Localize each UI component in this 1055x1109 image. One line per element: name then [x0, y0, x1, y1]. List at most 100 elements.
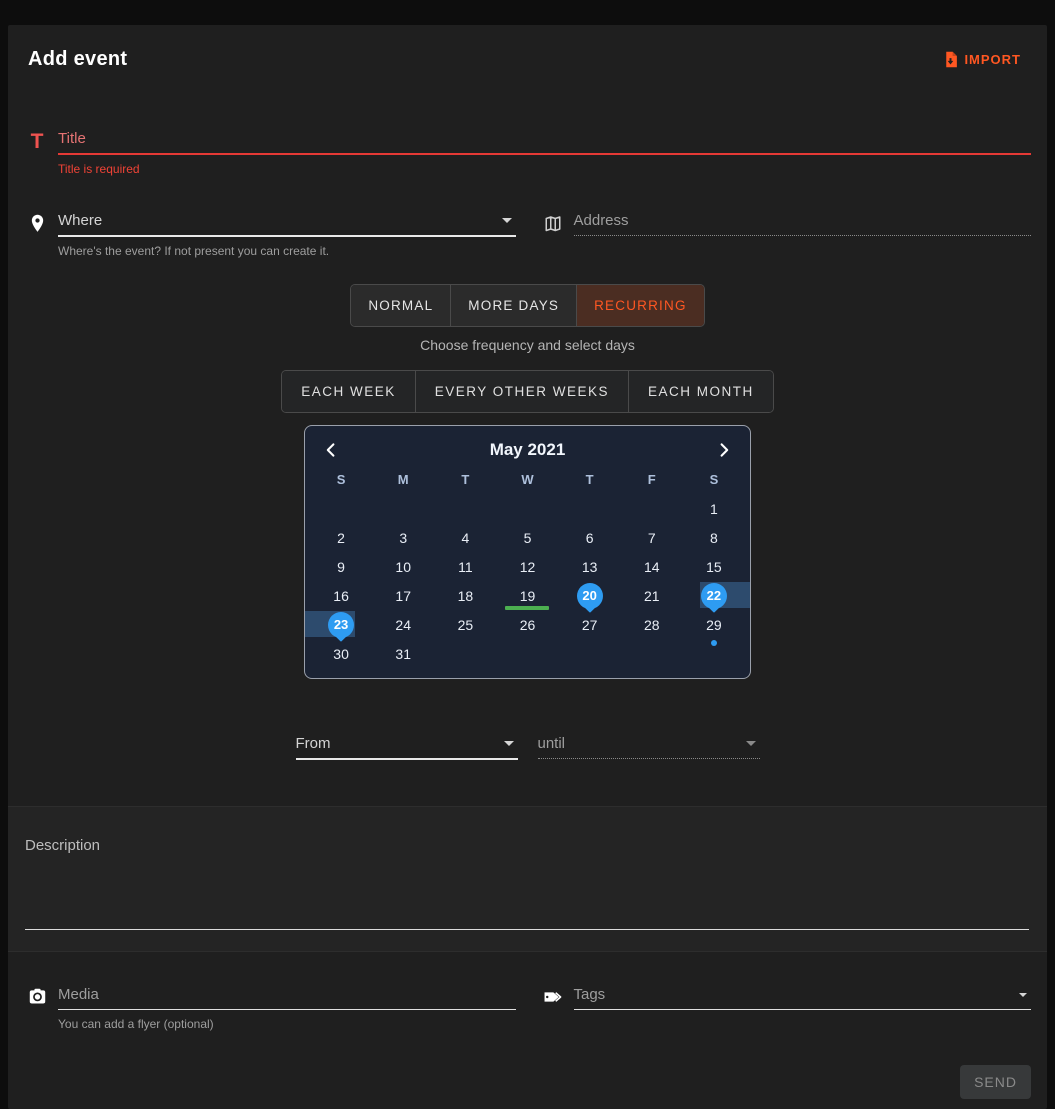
calendar-day-empty	[621, 494, 683, 523]
import-button[interactable]: IMPORT	[936, 47, 1027, 72]
calendar-day[interactable]: 3	[372, 523, 434, 552]
tags-label: Tags	[574, 986, 606, 1003]
calendar-day[interactable]: 27	[559, 610, 621, 639]
calendar-day[interactable]: 30	[310, 639, 372, 668]
calendar-day-empty	[434, 639, 496, 668]
calendar-day[interactable]: 22	[683, 581, 745, 610]
calendar-day[interactable]: 5	[496, 523, 558, 552]
chevron-right-icon	[717, 442, 731, 458]
calendar-day[interactable]: 8	[683, 523, 745, 552]
description-input[interactable]	[25, 929, 1029, 930]
calendar-grid: 1234567891011121314151617181920212223242…	[310, 494, 745, 668]
media-tags-row: Media You can add a flyer (optional) Tag…	[20, 986, 1035, 1031]
calendar-header: May 2021	[310, 436, 745, 464]
calendar-day[interactable]: 26	[496, 610, 558, 639]
calendar-day[interactable]: 19	[496, 581, 558, 610]
tab-recurring[interactable]: RECURRING	[577, 285, 704, 326]
where-helper-text: Where's the event? If not present you ca…	[58, 244, 516, 258]
calendar-day[interactable]: 15	[683, 552, 745, 581]
calendar-day[interactable]: 18	[434, 581, 496, 610]
calendar-day[interactable]: 13	[559, 552, 621, 581]
calendar-day[interactable]: 6	[559, 523, 621, 552]
calendar-day[interactable]: 11	[434, 552, 496, 581]
weekday-label: T	[559, 468, 621, 492]
page-title: Add event	[28, 48, 127, 71]
media-label: Media	[58, 986, 99, 1003]
from-select[interactable]: From	[296, 735, 518, 760]
until-select[interactable]: until	[538, 735, 760, 759]
import-label: IMPORT	[964, 52, 1021, 67]
calendar-day-empty	[621, 639, 683, 668]
from-field-row: From	[296, 735, 518, 760]
calendar-next-button[interactable]	[715, 440, 733, 460]
title-icon: T	[24, 130, 50, 152]
tags-select[interactable]: Tags	[574, 986, 1032, 1010]
weekday-label: T	[434, 468, 496, 492]
calendar-day[interactable]: 29	[683, 610, 745, 639]
until-field-row: until	[538, 735, 760, 760]
from-label: From	[296, 735, 331, 752]
calendar-day[interactable]: 1	[683, 494, 745, 523]
event-type-tabs: NORMAL MORE DAYS RECURRING	[20, 284, 1035, 327]
address-field-row: Address	[540, 212, 1032, 258]
calendar-day[interactable]: 31	[372, 639, 434, 668]
calendar-day[interactable]: 21	[621, 581, 683, 610]
calendar-day[interactable]: 20	[559, 581, 621, 610]
until-placeholder: until	[538, 735, 566, 752]
title-field-row: T Title Title is required	[20, 130, 1035, 176]
title-placeholder: Title	[58, 130, 86, 147]
calendar-day-empty	[559, 494, 621, 523]
calendar-month-label: May 2021	[490, 440, 566, 460]
calendar-day[interactable]: 4	[434, 523, 496, 552]
add-event-dialog: Add event IMPORT T Title Title is requir…	[8, 25, 1047, 1109]
calendar-day[interactable]: 2	[310, 523, 372, 552]
address-input[interactable]: Address	[574, 212, 1032, 236]
location-pin-icon	[24, 212, 50, 234]
media-input[interactable]: Media	[58, 986, 516, 1010]
calendar-day[interactable]: 25	[434, 610, 496, 639]
calendar-day[interactable]: 23	[310, 610, 372, 639]
calendar-day[interactable]: 16	[310, 581, 372, 610]
calendar-prev-button[interactable]	[322, 440, 340, 460]
media-helper-text: You can add a flyer (optional)	[58, 1017, 516, 1031]
calendar-day[interactable]: 9	[310, 552, 372, 581]
calendar-day[interactable]: 28	[621, 610, 683, 639]
description-label: Description	[25, 837, 100, 854]
calendar-day[interactable]: 10	[372, 552, 434, 581]
calendar: May 2021 SMTWTFS 12345678910111213141516…	[304, 425, 751, 679]
event-dot	[711, 640, 717, 646]
weekday-label: S	[683, 468, 745, 492]
where-label: Where	[58, 212, 102, 229]
chevron-down-icon	[504, 741, 514, 746]
address-placeholder: Address	[574, 212, 629, 229]
where-field-row: Where Where's the event? If not present …	[24, 212, 516, 258]
freq-every-other-weeks-button[interactable]: EVERY OTHER WEEKS	[416, 371, 629, 412]
weekday-label: F	[621, 468, 683, 492]
tab-more-days[interactable]: MORE DAYS	[451, 285, 577, 326]
description-section: Description	[8, 806, 1047, 952]
calendar-day[interactable]: 17	[372, 581, 434, 610]
dialog-header: Add event IMPORT	[20, 41, 1035, 72]
calendar-day[interactable]: 14	[621, 552, 683, 581]
tags-field-row: Tags	[540, 986, 1032, 1031]
page: Add event IMPORT T Title Title is requir…	[0, 0, 1055, 1071]
tab-normal[interactable]: NORMAL	[351, 285, 451, 326]
frequency-options: EACH WEEK EVERY OTHER WEEKS EACH MONTH	[20, 370, 1035, 413]
chevron-left-icon	[324, 442, 338, 458]
location-row: Where Where's the event? If not present …	[20, 212, 1035, 258]
send-button[interactable]: SEND	[960, 1065, 1031, 1099]
calendar-weekday-row: SMTWTFS	[310, 468, 745, 492]
weekday-label: M	[372, 468, 434, 492]
chevron-down-icon	[746, 741, 756, 746]
calendar-day[interactable]: 24	[372, 610, 434, 639]
where-select[interactable]: Where	[58, 212, 516, 237]
calendar-day[interactable]: 12	[496, 552, 558, 581]
freq-each-week-button[interactable]: EACH WEEK	[282, 371, 416, 412]
calendar-day[interactable]: 7	[621, 523, 683, 552]
frequency-caption: Choose frequency and select days	[20, 337, 1035, 353]
title-input[interactable]: Title	[58, 130, 1031, 155]
map-icon	[540, 212, 566, 232]
weekday-label: S	[310, 468, 372, 492]
weekday-label: W	[496, 468, 558, 492]
freq-each-month-button[interactable]: EACH MONTH	[629, 371, 773, 412]
